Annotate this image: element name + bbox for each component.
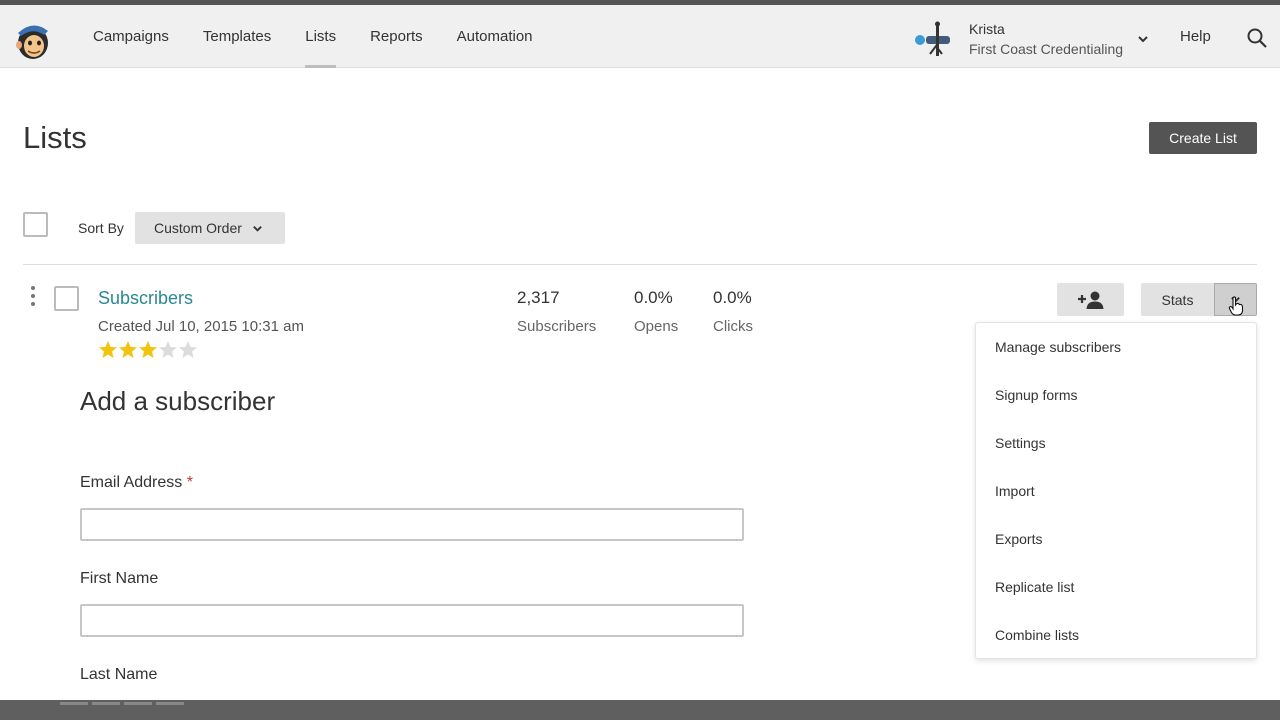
chevron-down-icon [253,225,262,232]
email-address-label: Email Address * [80,474,193,491]
top-navigation-bar: Campaigns Templates Lists Reports Automa… [0,0,1280,68]
nav-item-lists[interactable]: Lists [288,5,353,68]
first-name-input[interactable] [80,604,744,637]
first-name-label: First Name [80,570,159,587]
add-user-icon [1077,291,1103,309]
account-avatar-icon [915,21,950,56]
menu-item-combine-lists[interactable]: Combine lists [995,627,1079,643]
menu-item-manage-subscribers[interactable]: Manage subscribers [995,339,1121,355]
stat-clicks: 0.0% Clicks [713,288,753,337]
nav-item-automation[interactable]: Automation [440,5,550,68]
required-asterisk: * [186,474,193,491]
list-rating-stars [98,340,198,360]
add-subscriber-button[interactable] [1057,283,1124,316]
stat-label: Opens [634,318,679,335]
account-organization: First Coast Credentialing [969,41,1124,57]
sort-order-dropdown[interactable]: Custom Order [135,212,285,244]
window-bottom-bar [0,700,1280,720]
page-title: Lists [23,120,87,155]
menu-item-exports[interactable]: Exports [995,531,1042,547]
menu-item-import[interactable]: Import [995,483,1035,499]
create-list-button[interactable]: Create List [1149,122,1257,154]
sort-order-value: Custom Order [154,220,242,236]
menu-item-settings[interactable]: Settings [995,435,1046,451]
nav-item-templates[interactable]: Templates [186,5,288,68]
hand-pointer-cursor-icon [1228,296,1244,316]
search-icon[interactable] [1246,27,1268,49]
list-row-checkbox[interactable] [54,286,79,311]
menu-item-signup-forms[interactable]: Signup forms [995,387,1077,403]
help-link[interactable]: Help [1180,5,1211,68]
stat-label: Clicks [713,318,753,335]
stats-button[interactable]: Stats [1141,283,1214,316]
account-name: Krista [969,21,1005,37]
nav-item-reports[interactable]: Reports [353,5,440,68]
account-menu[interactable]: Krista First Coast Credentialing [912,11,1149,67]
star-empty-icon [159,341,177,358]
last-name-label: Last Name [80,666,158,683]
select-all-checkbox[interactable] [23,212,48,237]
sort-by-label: Sort By [78,220,124,236]
stat-opens: 0.0% Opens [634,288,678,337]
stat-value: 2,317 [517,288,560,307]
list-name-link[interactable]: Subscribers [98,288,193,309]
list-created-date: Created Jul 10, 2015 10:31 am [98,318,304,335]
freddie-monkey-logo-icon[interactable] [14,19,52,61]
main-nav: Campaigns Templates Lists Reports Automa… [76,5,550,68]
list-actions-dropdown-menu: Manage subscribers Signup forms Settings… [975,322,1257,659]
star-filled-icon [119,341,137,358]
star-empty-icon [179,341,197,358]
email-address-input[interactable] [80,508,744,541]
add-subscriber-heading: Add a subscriber [80,386,276,416]
divider [23,264,1257,265]
stat-subscribers: 2,317 Subscribers [517,288,596,337]
stat-value: 0.0% [713,288,752,307]
star-filled-icon [139,341,157,358]
menu-item-replicate-list[interactable]: Replicate list [995,579,1074,595]
star-filled-icon [99,341,117,358]
nav-item-campaigns[interactable]: Campaigns [76,5,186,68]
drag-handle-kebab-icon[interactable] [30,286,36,310]
stat-value: 0.0% [634,288,673,307]
chevron-down-icon [1138,36,1148,43]
stat-label: Subscribers [517,318,597,335]
